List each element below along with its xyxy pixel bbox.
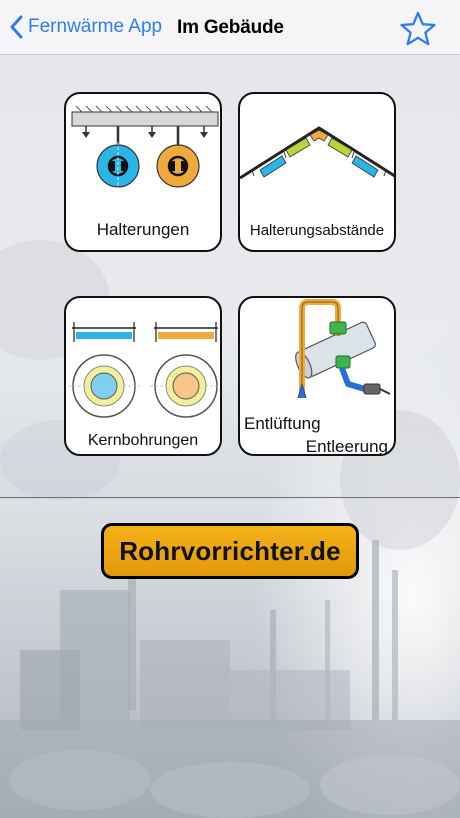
back-button-label: Fernwärme App [28,16,163,37]
divider [0,497,460,498]
tile-label: Kernbohrungen [87,432,199,449]
page-title: Im Gebäude [177,17,284,38]
core-drilling-icon [68,322,220,418]
star-icon [400,11,436,46]
tile-label-line2: Entleerung [305,437,388,456]
tile-label: Halterungsabstände [249,222,385,239]
tile-entlueftung-entleerung[interactable]: Entlüftung Entleerung [238,296,396,456]
website-button[interactable]: Rohrvorrichter.de [101,523,359,579]
pipe-support-icon [71,105,219,190]
tile-halterungen[interactable]: Halterungen [64,92,222,252]
tile-label: Halterungen [96,220,190,239]
vent-drain-icon [295,299,391,399]
tile-label-line1: Entlüftung [244,414,321,433]
tile-halterungsabstaende[interactable]: Halterungsabstände [238,92,396,252]
support-spacing-icon [240,126,394,180]
tile-kernbohrungen[interactable]: Kernbohrungen [64,296,222,456]
navigation-bar: Fernwärme App Im Gebäude [0,0,460,55]
favorite-button[interactable] [398,10,438,48]
chevron-left-icon [10,15,23,39]
back-button[interactable]: Fernwärme App [10,12,162,42]
